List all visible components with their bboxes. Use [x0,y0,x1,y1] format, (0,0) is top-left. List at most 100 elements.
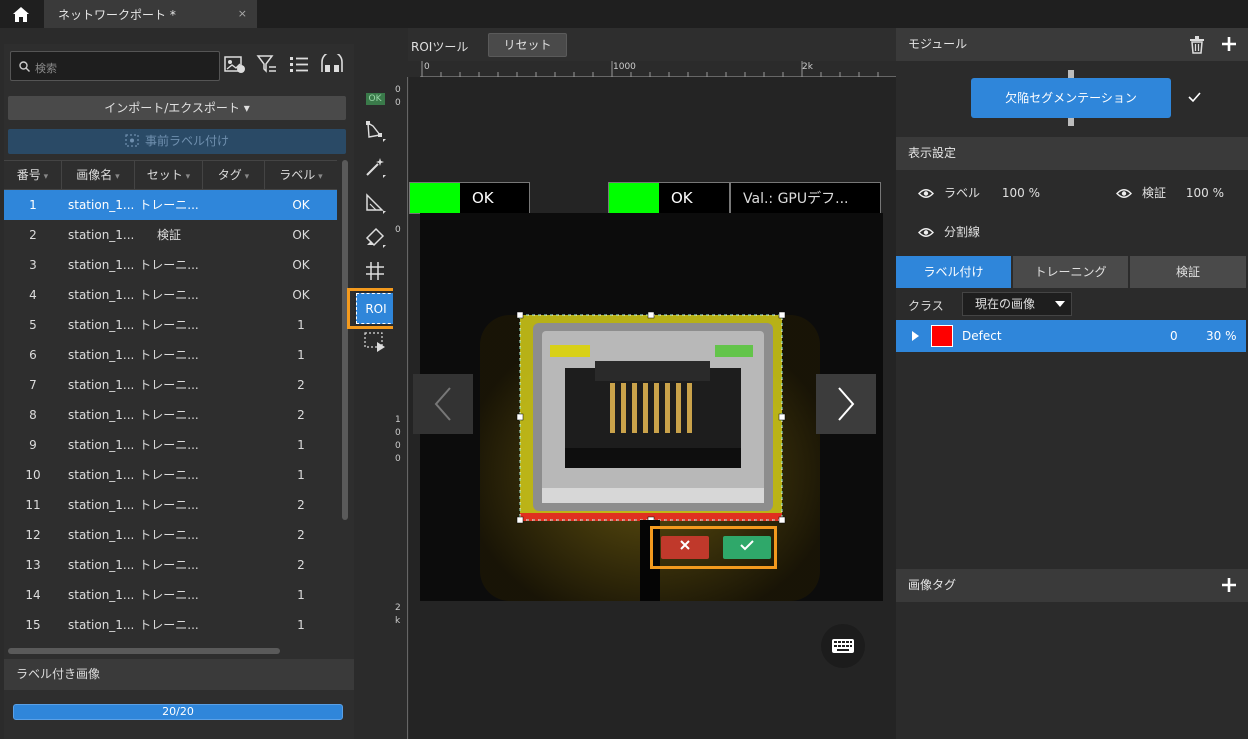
ok-badge-tool[interactable]: OK [360,86,390,112]
next-image-button[interactable] [816,374,876,434]
shape-icon [366,193,386,214]
table-row[interactable]: 8 station_1... トレーニ... 2 [4,400,337,430]
add-icon[interactable] [1221,36,1237,52]
import-export-button[interactable]: インポート/エクスポート ▾ [8,96,346,120]
row-set: トレーニ... [139,198,199,212]
grid-icon [366,262,384,280]
class-dropdown-value: 現在の画像 [975,297,1036,311]
row-set: トレーニ... [139,498,199,512]
trash-icon[interactable] [1189,36,1205,54]
vruler-label: 2 [395,603,401,613]
table-horizontal-scrollbar[interactable] [8,648,280,654]
row-label: 1 [297,468,305,482]
result-box-3: Val.: GPUデフ... [730,182,881,214]
search-placeholder: 検索 [35,62,57,75]
column-label[interactable]: ラベル ▾ [265,161,337,189]
keyboard-shortcut-button[interactable] [821,624,865,668]
tab-labeling[interactable]: ラベル付け [896,256,1011,288]
column-tag[interactable]: タグ ▾ [203,161,265,189]
expand-icon[interactable] [912,331,919,341]
result-text-2: OK [671,189,693,207]
row-image-name: station_1... [68,468,135,482]
roi-apply-tool[interactable] [360,328,390,354]
row-image-name: station_1... [68,348,135,362]
defect-segmentation-module[interactable]: 欠陥セグメンテーション [971,78,1171,118]
table-row[interactable]: 14 station_1... トレーニ... 1 [4,580,337,610]
table-row[interactable]: 11 station_1... トレーニ... 2 [4,490,337,520]
reset-button[interactable]: リセット [488,33,567,57]
search-input[interactable]: 検索 [10,51,220,81]
vruler-label: k [395,616,401,626]
table-vertical-scrollbar[interactable] [342,160,348,520]
table-row[interactable]: 7 station_1... トレーニ... 2 [4,370,337,400]
row-set: トレーニ... [139,618,199,632]
row-image-name: station_1... [68,408,135,422]
class-row-defect[interactable]: Defect 0 30 % [896,320,1246,352]
row-image-name: station_1... [68,288,135,302]
filter-icon[interactable] [256,54,282,78]
row-number: 8 [29,408,37,422]
label-visibility[interactable]: ラベル 100 % [918,184,1040,201]
row-image-name: station_1... [68,318,135,332]
class-dropdown[interactable]: 現在の画像 [962,292,1072,316]
class-color-swatch[interactable] [931,325,953,347]
table-row[interactable]: 12 station_1... トレーニ... 2 [4,520,337,550]
row-number: 6 [29,348,37,362]
divider-visibility[interactable]: 分割線 [918,223,980,240]
tab-close-icon[interactable]: × [238,7,247,20]
row-number: 11 [25,498,41,512]
tab-verification[interactable]: 検証 [1130,256,1246,288]
layout-toggle-icon[interactable] [320,51,346,78]
column-number[interactable]: 番号 ▾ [4,161,62,189]
row-number: 7 [29,378,37,392]
grid-tool[interactable] [360,258,390,284]
shape-tool[interactable] [360,190,390,216]
prev-image-button[interactable] [413,374,473,434]
row-label: 1 [297,318,305,332]
label-visibility-text: ラベル [944,186,981,200]
row-number: 15 [25,618,41,632]
table-row[interactable]: 10 station_1... トレーニ... 1 [4,460,337,490]
polygon-icon [366,121,386,142]
column-set[interactable]: セット ▾ [135,161,203,189]
table-row[interactable]: 15 station_1... トレーニ... 1 [4,610,337,640]
project-tab[interactable]: ネットワークポート * × [44,0,257,28]
row-label: 2 [297,378,305,392]
ok-badge: OK [365,93,385,105]
verify-visibility[interactable]: 検証 100 % [1116,184,1224,201]
confirm-roi-button[interactable] [723,536,771,559]
image-viewer[interactable]: OK OK Val.: GPUデフ... [409,77,896,739]
image-filter-icon[interactable] [224,54,250,78]
eraser-tool[interactable] [360,224,390,250]
table-row[interactable]: 4 station_1... トレーニ... OK [4,280,337,310]
table-row[interactable]: 3 station_1... トレーニ... OK [4,250,337,280]
polygon-tool[interactable] [360,118,390,144]
row-number: 5 [29,318,37,332]
row-number: 4 [29,288,37,302]
display-settings-header: 表示設定 [896,137,1248,170]
table-row[interactable]: 9 station_1... トレーニ... 1 [4,430,337,460]
keyboard-icon [832,639,854,653]
magic-wand-tool[interactable] [360,154,390,180]
tab-training[interactable]: トレーニング [1013,256,1128,288]
add-icon[interactable] [1221,577,1237,593]
class-percent: 30 % [1206,329,1237,343]
roi-tool-title: ROIツール [411,40,469,54]
pre-label-button[interactable]: 事前ラベル付け [8,129,346,154]
table-row[interactable]: 13 station_1... トレーニ... 2 [4,550,337,580]
row-number: 1 [29,198,37,212]
table-row[interactable]: 1 station_1... トレーニ... OK [4,190,337,220]
column-image-name[interactable]: 画像名 ▾ [62,161,135,189]
row-number: 10 [25,468,41,482]
magic-wand-icon [366,158,386,178]
eye-icon [918,228,934,237]
table-row[interactable]: 2 station_1... 検証 OK [4,220,337,250]
cancel-roi-button[interactable] [661,536,709,559]
roi-tool[interactable]: ROI [356,293,396,324]
list-view-icon[interactable] [288,54,314,78]
row-set: トレーニ... [139,558,199,572]
home-button[interactable] [0,0,42,28]
table-row[interactable]: 6 station_1... トレーニ... 1 [4,340,337,370]
class-name: Defect [962,329,1002,343]
table-row[interactable]: 5 station_1... トレーニ... 1 [4,310,337,340]
